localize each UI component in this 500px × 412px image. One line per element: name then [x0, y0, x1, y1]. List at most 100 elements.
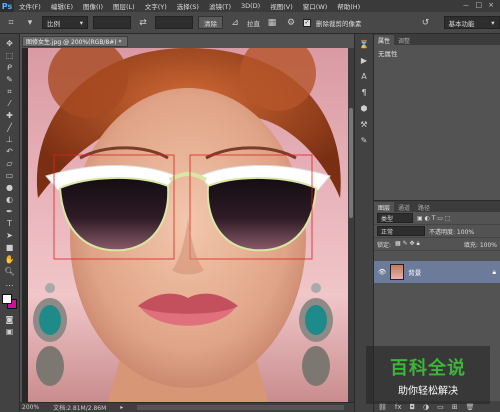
healing-brush-tool-icon[interactable]: ✚ — [2, 110, 18, 121]
horizontal-scrollbar[interactable] — [137, 405, 344, 410]
menu-type[interactable]: 文字(Y) — [140, 1, 172, 11]
crop-tool-icon[interactable]: ⌗ — [2, 86, 18, 97]
filter-icons[interactable]: ▣ ◐ T ▭ ⬚ — [417, 215, 451, 222]
3d-panel-icon[interactable]: ⬢ — [357, 102, 371, 114]
watermark: 百科全说 助你轻松解决 — [366, 346, 490, 404]
document-title: 图修女生.jpg @ 200%(RGB/8#) * — [26, 39, 122, 46]
zoom-tool-icon[interactable]: 🔍︎ — [2, 266, 18, 277]
menu-help[interactable]: 帮助(H) — [332, 1, 365, 11]
status-menu-arrow-icon[interactable]: ▸ — [120, 404, 123, 411]
layer-kind-select[interactable]: 类型 — [377, 213, 413, 223]
tab-layers[interactable]: 图层 — [374, 202, 395, 212]
left-earring — [33, 283, 67, 386]
ratio-select[interactable]: 比例 ▾ — [42, 16, 88, 29]
tab-paths[interactable]: 路径 — [414, 202, 434, 212]
maximize-button[interactable]: □ — [476, 1, 483, 11]
menu-bar: Ps 文件(F) 编辑(E) 图像(I) 图层(L) 文字(Y) 选择(S) 滤… — [0, 0, 500, 12]
type-tool-icon[interactable]: T — [2, 218, 18, 229]
menu-select[interactable]: 选择(S) — [172, 1, 204, 11]
menu-layer[interactable]: 图层(L) — [108, 1, 140, 11]
straighten-label: 拉直 — [247, 19, 260, 28]
close-button[interactable]: × — [488, 1, 494, 11]
eraser-tool-icon[interactable]: ▱ — [2, 158, 18, 169]
gradient-tool-icon[interactable]: ▭ — [2, 170, 18, 181]
overlay-grid-icon[interactable]: ▦ — [265, 16, 279, 30]
options-bar: ⌗ ▾ 比例 ▾ ⇄ 清除 ⊿ 拉直 ▦ ⚙ ✓ 删除裁剪的像素 ↺ 基本功能 ▾ — [0, 12, 500, 34]
menu-image[interactable]: 图像(I) — [78, 1, 108, 11]
path-selection-tool-icon[interactable]: ➤ — [2, 230, 18, 241]
tools-panel: ✥ ⬚ ᑭ ✎ ⌗ ⁄ ✚ ╱ ⊥ ↶ ▱ ▭ ● ◐ ✒ T ➤ ■ ✋ 🔍︎… — [0, 34, 20, 412]
color-swatches[interactable] — [1, 294, 18, 310]
more-tools-icon[interactable]: … — [2, 278, 18, 289]
foreground-color-swatch[interactable] — [1, 294, 12, 304]
watermark-subtitle: 助你轻松解决 — [398, 385, 458, 397]
tool-presets-icon[interactable]: ⚒ — [357, 118, 371, 130]
dodge-tool-icon[interactable]: ◐ — [2, 194, 18, 205]
screen-mode-icon[interactable]: ▣ — [2, 326, 18, 337]
workspace-select[interactable]: 基本功能 ▾ — [443, 16, 500, 29]
blur-tool-icon[interactable]: ● — [2, 182, 18, 193]
brush-panel-icon[interactable]: ✎ — [357, 134, 371, 146]
clear-button[interactable]: 清除 — [198, 16, 223, 29]
history-panel-icon[interactable]: ⌛ — [357, 38, 371, 50]
height-field[interactable] — [155, 16, 193, 29]
eyedropper-tool-icon[interactable]: ⁄ — [2, 98, 18, 109]
menu-edit[interactable]: 编辑(E) — [46, 1, 78, 11]
eye-icon[interactable]: 👁︎ — [378, 268, 386, 276]
layer-row-background[interactable]: 👁︎ 背景 🔒︎ — [374, 261, 500, 283]
layer-name[interactable]: 背景 — [408, 267, 421, 277]
width-field[interactable] — [93, 16, 131, 29]
no-properties-text: 无属性 — [378, 50, 398, 58]
crop-tool-icon[interactable]: ⌗ — [4, 16, 18, 30]
hand-tool-icon[interactable]: ✋ — [2, 254, 18, 265]
blend-mode-select[interactable]: 正常 — [377, 226, 425, 236]
menu-window[interactable]: 窗口(W) — [298, 1, 333, 11]
watermark-title: 百科全说 — [390, 357, 466, 379]
delete-cropped-checkbox[interactable]: ✓ — [303, 18, 311, 27]
menu-filter[interactable]: 滤镜(T) — [204, 1, 236, 11]
photoshop-window: Ps 文件(F) 编辑(E) 图像(I) 图层(L) 文字(Y) 选择(S) 滤… — [0, 0, 500, 412]
opacity-field[interactable]: 不透明度: 100% — [429, 227, 474, 236]
lock-icons[interactable]: ▦ ✎ ✥ 🔒︎ — [395, 240, 420, 248]
paragraph-panel-icon[interactable]: ¶ — [357, 86, 371, 98]
canvas-area[interactable] — [22, 48, 348, 402]
straighten-icon[interactable]: ⊿ — [228, 16, 242, 30]
properties-panel: 无属性 — [374, 45, 500, 195]
shape-tool-icon[interactable]: ■ — [2, 242, 18, 253]
menu-view[interactable]: 视图(V) — [265, 1, 298, 11]
lock-row: 锁定: ▦ ✎ ✥ 🔒︎ 填充: 100% — [374, 238, 500, 251]
brush-tool-icon[interactable]: ╱ — [2, 122, 18, 133]
marquee-tool-icon[interactable]: ⬚ — [2, 50, 18, 61]
tab-channels[interactable]: 通道 — [394, 202, 414, 212]
quick-select-tool-icon[interactable]: ✎ — [2, 74, 18, 85]
character-panel-icon[interactable]: A — [357, 70, 371, 82]
clone-stamp-tool-icon[interactable]: ⊥ — [2, 134, 18, 145]
history-brush-tool-icon[interactable]: ↶ — [2, 146, 18, 157]
right-earring — [299, 283, 333, 386]
properties-tabs: 属性 调整 — [374, 34, 500, 45]
fill-field[interactable]: 填充: 100% — [464, 240, 497, 249]
reset-icon[interactable]: ↺ — [419, 16, 433, 30]
move-tool-icon[interactable]: ✥ — [2, 38, 18, 49]
blend-row: 正常 不透明度: 100% — [374, 225, 500, 238]
pen-tool-icon[interactable]: ✒ — [2, 206, 18, 217]
zoom-level[interactable]: 200% — [22, 404, 39, 411]
lock-icon: 🔒︎ — [492, 267, 496, 276]
menu-file[interactable]: 文件(F) — [14, 1, 46, 11]
menu-3d[interactable]: 3D(D) — [236, 2, 265, 10]
vertical-scroll-thumb[interactable] — [349, 108, 353, 218]
document-tab[interactable]: 图修女生.jpg @ 200%(RGB/8#) * — [22, 36, 128, 47]
quick-mask-icon[interactable]: ◙ — [2, 314, 18, 325]
lasso-tool-icon[interactable]: ᑭ — [2, 62, 18, 73]
tool-preset-dropdown-icon[interactable]: ▾ — [23, 16, 37, 30]
layers-tabs: 图层 通道 路径 — [374, 201, 500, 212]
minimize-button[interactable]: － — [463, 1, 470, 11]
tab-properties[interactable]: 属性 — [374, 35, 395, 45]
photoshop-logo: Ps — [0, 0, 14, 12]
photo-canvas — [28, 48, 348, 402]
document-size-info[interactable]: 文档:2.81M/2.86M — [53, 403, 106, 412]
swap-icon[interactable]: ⇄ — [136, 16, 150, 30]
actions-panel-icon[interactable]: ▶ — [357, 54, 371, 66]
settings-gear-icon[interactable]: ⚙ — [284, 16, 298, 30]
tab-adjustments[interactable]: 调整 — [394, 35, 414, 45]
